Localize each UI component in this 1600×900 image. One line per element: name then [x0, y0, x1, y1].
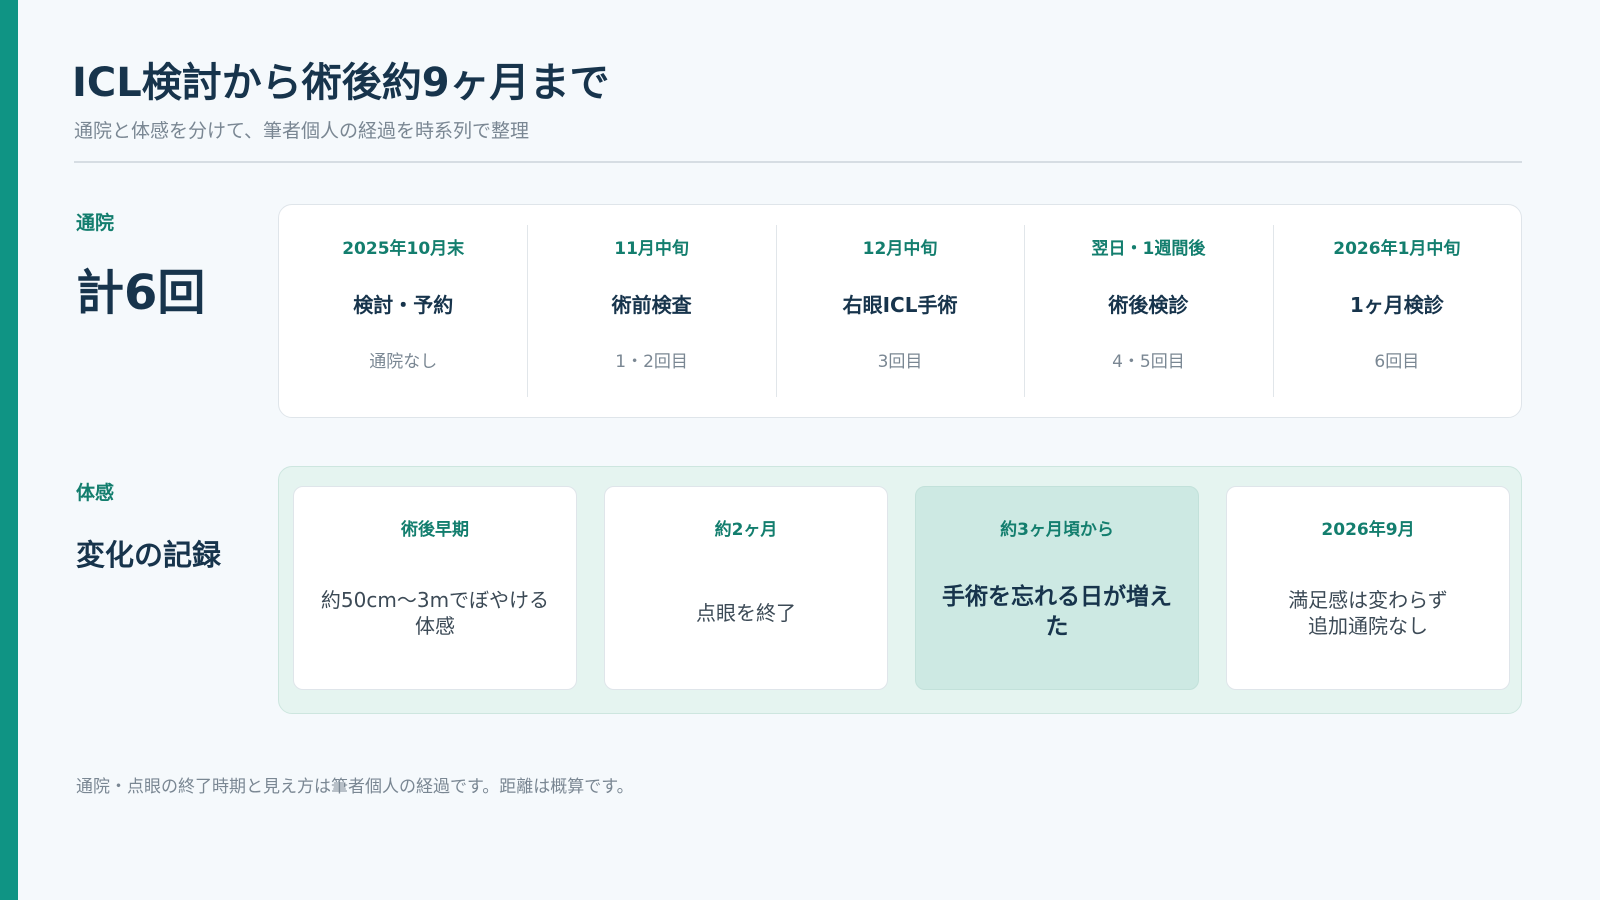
visit-step: 2026年1月中旬 1ヶ月検診 6回目 [1272, 205, 1521, 417]
feeling-period: 術後早期 [401, 520, 469, 540]
feeling-text: 約50cm〜3mでぼやける 体感 [320, 588, 550, 638]
visit-count: 3回目 [877, 352, 923, 372]
feeling-text: 手術を忘れる日が増え た [942, 584, 1172, 640]
visit-date: 2026年1月中旬 [1333, 239, 1461, 259]
feeling-card-highlighted: 約3ヶ月頃から 手術を忘れる日が増え た [915, 486, 1199, 690]
page-subtitle: 通院と体感を分けて、筆者個人の経過を時系列で整理 [74, 120, 530, 142]
visit-step: 翌日・1週間後 術後検診 4・5回目 [1024, 205, 1272, 417]
visits-section-label: 通院 [76, 212, 115, 234]
feeling-period: 2026年9月 [1321, 520, 1415, 540]
feeling-period: 約2ヶ月 [714, 520, 778, 540]
visit-count: 通院なし [369, 352, 438, 372]
feeling-card: 2026年9月 満足感は変わらず 追加通院なし [1226, 486, 1510, 690]
visit-event: 右眼ICL手術 [842, 293, 958, 317]
footnote: 通院・点眼の終了時期と見え方は筆者個人の経過です。距離は概算です。 [76, 777, 634, 797]
feeling-card: 約2ヶ月 点眼を終了 [604, 486, 888, 690]
visit-event: 術前検査 [611, 293, 692, 317]
visit-date: 12月中旬 [862, 239, 938, 259]
visit-event: 術後検診 [1108, 293, 1189, 317]
feelings-heading: 変化の記録 [76, 538, 222, 572]
feeling-card: 術後早期 約50cm〜3mでぼやける 体感 [293, 486, 577, 690]
visit-date: 2025年10月末 [342, 239, 465, 259]
visit-event: 1ヶ月検診 [1349, 293, 1444, 317]
accent-bar [0, 0, 18, 900]
visits-timeline-panel: 2025年10月末 検討・予約 通院なし 11月中旬 術前検査 1・2回目 12… [278, 204, 1522, 418]
visit-step: 12月中旬 右眼ICL手術 3回目 [775, 205, 1024, 417]
visit-count: 4・5回目 [1112, 352, 1185, 372]
page-title: ICL検討から術後約9ヶ月まで [72, 60, 610, 106]
feeling-text: 点眼を終了 [696, 601, 796, 625]
feeling-period: 約3ヶ月頃から [1000, 520, 1114, 540]
feelings-timeline-panel: 術後早期 約50cm〜3mでぼやける 体感 約2ヶ月 点眼を終了 約3ヶ月頃から… [278, 466, 1522, 714]
visit-date: 翌日・1週間後 [1091, 239, 1206, 259]
feelings-section-label: 体感 [76, 482, 115, 504]
feeling-text: 満足感は変わらず 追加通院なし [1288, 588, 1448, 638]
header-divider [74, 161, 1522, 163]
visit-count: 6回目 [1374, 352, 1420, 372]
visits-total: 計6回 [76, 265, 206, 321]
visit-date: 11月中旬 [614, 239, 689, 259]
visit-count: 1・2回目 [615, 352, 688, 372]
visit-step: 2025年10月末 検討・予約 通院なし [279, 205, 527, 417]
visit-event: 検討・予約 [353, 293, 454, 317]
visit-step: 11月中旬 術前検査 1・2回目 [527, 205, 775, 417]
